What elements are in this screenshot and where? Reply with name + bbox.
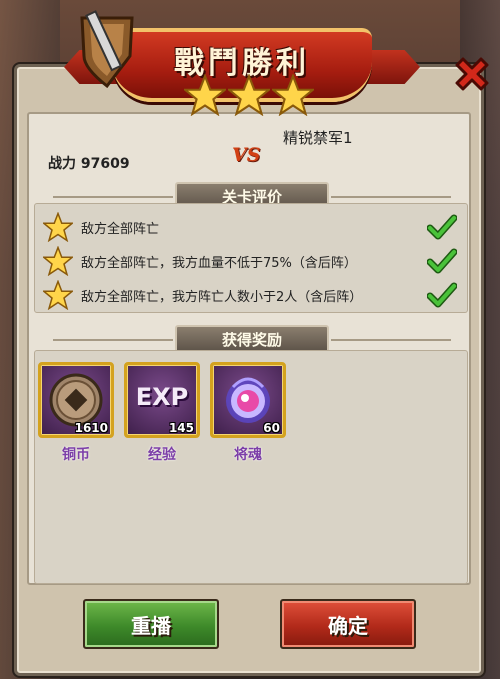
evaluation-list: 敌方全部阵亡 敌方全部阵亡，我方血量不低于75%（含后阵） 敌方全部阵亡，我方阵… xyxy=(34,203,468,313)
exp-icon: EXP xyxy=(135,383,189,411)
reward-name: 经验 xyxy=(148,447,176,463)
reward-qty: 145 xyxy=(168,421,194,435)
reward-name: 铜币 xyxy=(62,447,90,463)
checkmark-icon xyxy=(427,282,457,308)
checkmark-icon xyxy=(427,214,457,240)
evaluation-item: 敌方全部阵亡，我方阵亡人数小于2人（含后阵） xyxy=(41,278,461,312)
reward-qty: 1610 xyxy=(74,421,108,435)
replay-button[interactable]: 重播 xyxy=(83,599,219,649)
reward-name: 将魂 xyxy=(234,447,262,463)
shield-sword-icon xyxy=(80,10,134,88)
victory-banner: 戰鬥勝利 xyxy=(64,8,420,118)
confirm-button[interactable]: 确定 xyxy=(280,599,416,649)
star-icon xyxy=(184,74,226,116)
reward-tile[interactable]: EXP 145 xyxy=(124,362,200,438)
star-icon xyxy=(228,74,270,116)
evaluation-text: 敌方全部阵亡，我方阵亡人数小于2人（含后阵） xyxy=(81,290,363,305)
victory-stars xyxy=(184,74,314,118)
vs-label: VS xyxy=(232,144,261,166)
evaluation-item: 敌方全部阵亡，我方血量不低于75%（含后阵） xyxy=(41,244,461,278)
evaluation-text: 敌方全部阵亡，我方血量不低于75%（含后阵） xyxy=(81,256,357,271)
reward-item-soul[interactable]: 60 将魂 xyxy=(210,362,290,463)
reward-item-exp[interactable]: EXP 145 经验 xyxy=(124,362,204,463)
enemy-name: 精锐禁军1 xyxy=(283,129,353,147)
star-icon xyxy=(43,280,73,310)
checkmark-icon xyxy=(427,248,457,274)
evaluation-text: 敌方全部阵亡 xyxy=(81,222,160,237)
reward-tile[interactable]: 1610 xyxy=(38,362,114,438)
reward-tile[interactable]: 60 xyxy=(210,362,286,438)
reward-item-copper[interactable]: 1610 铜币 xyxy=(38,362,118,463)
star-icon xyxy=(43,246,73,276)
combat-power: 战力 97609 xyxy=(48,156,130,172)
star-icon xyxy=(43,212,73,242)
close-icon[interactable] xyxy=(449,53,495,99)
evaluation-item: 敌方全部阵亡 xyxy=(41,210,461,244)
reward-qty: 60 xyxy=(263,421,280,435)
star-icon xyxy=(272,74,314,116)
